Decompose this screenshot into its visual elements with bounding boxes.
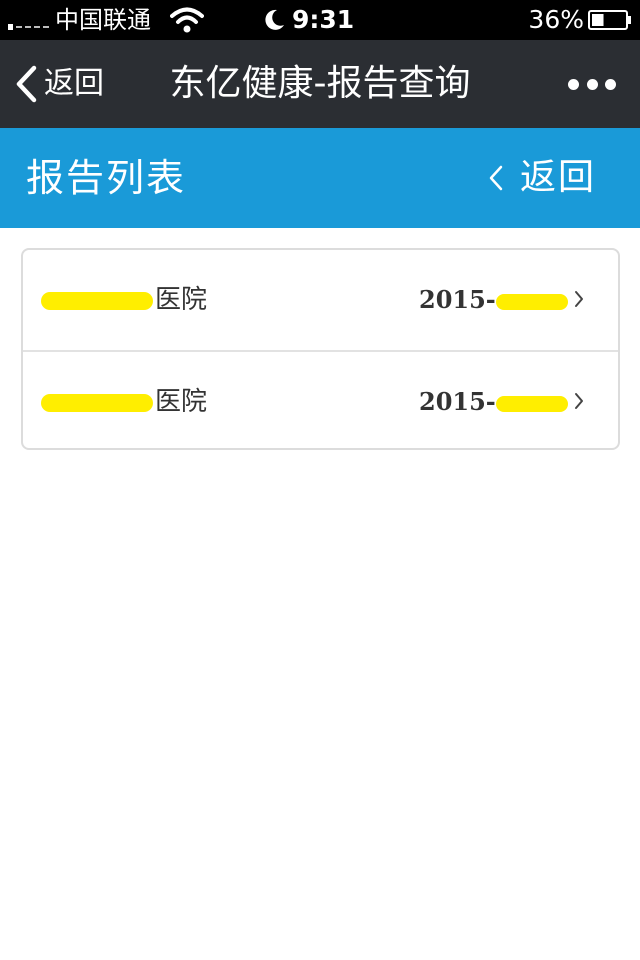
redaction-mark: [495, 395, 568, 412]
battery-percentage: 36%: [528, 5, 584, 34]
moon-icon: [265, 9, 284, 30]
more-dots-icon[interactable]: [568, 70, 616, 98]
nav-back-button[interactable]: 返回: [14, 60, 104, 108]
header-back-label: 返回: [519, 157, 596, 198]
report-list: 医院 2015- 医院 2015-: [21, 248, 620, 450]
page-title: 东亿健康-报告查询: [169, 63, 471, 104]
header-back-button[interactable]: 返回: [488, 154, 596, 202]
chevron-right-icon: [575, 291, 583, 307]
chevron-left-icon: [16, 65, 37, 103]
wifi-icon: [170, 7, 204, 33]
hospital-name: 医院: [41, 280, 207, 320]
hospital-name: 医院: [41, 382, 207, 422]
navigation-bar: 返回 东亿健康-报告查询: [0, 40, 640, 128]
chevron-right-icon: [575, 393, 583, 409]
carrier-name: 中国联通: [55, 6, 151, 34]
report-date: 2015-: [419, 382, 568, 422]
redaction-mark: [41, 393, 153, 412]
nav-back-label: 返回: [44, 66, 104, 101]
status-time: 9:31: [292, 5, 355, 34]
status-bar: 中国联通 9:31 36%: [0, 0, 640, 40]
section-title: 报告列表: [26, 156, 187, 200]
chevron-left-icon: [489, 165, 503, 191]
list-item[interactable]: 医院 2015-: [23, 350, 618, 448]
signal-strength-icon: [8, 14, 49, 30]
redaction-mark: [495, 293, 568, 310]
report-list-header: 报告列表 返回: [0, 128, 640, 228]
redaction-mark: [41, 291, 153, 310]
battery-icon: [588, 10, 631, 30]
report-date: 2015-: [419, 280, 568, 320]
list-item[interactable]: 医院 2015-: [23, 250, 618, 350]
